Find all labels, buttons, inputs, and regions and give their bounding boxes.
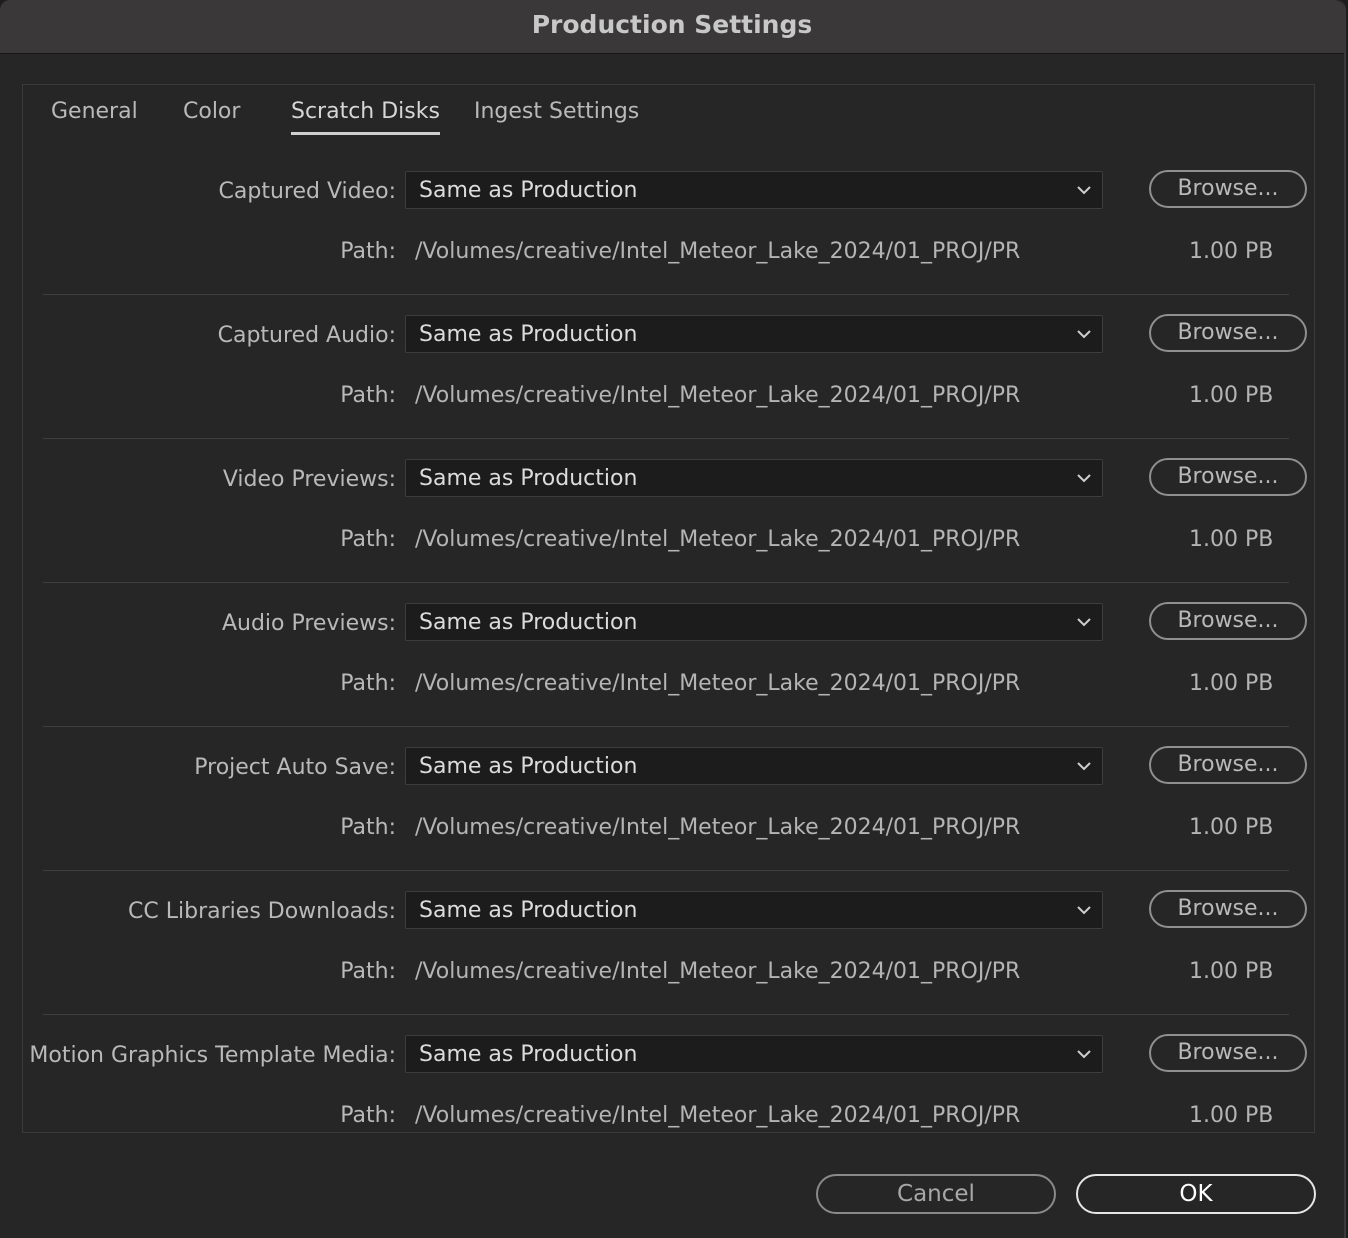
location-dropdown[interactable]: Same as Production [405,747,1103,785]
location-dropdown[interactable]: Same as Production [405,1035,1103,1073]
path-label: Path: [340,383,396,408]
dropdown-value: Same as Production [419,322,638,347]
path-value: /Volumes/creative/Intel_Meteor_Lake_2024… [415,671,1021,696]
free-space: 1.00 PB [1189,671,1274,696]
browse-button[interactable]: Browse... [1149,458,1307,496]
row-label: Captured Audio: [217,323,396,348]
chevron-down-icon [1077,618,1091,627]
path-value: /Volumes/creative/Intel_Meteor_Lake_2024… [415,527,1021,552]
scratch-row-project-auto-save: Project Auto Save: Same as Production Br… [43,727,1307,871]
free-space: 1.00 PB [1189,527,1274,552]
browse-button[interactable]: Browse... [1149,1034,1307,1072]
path-label: Path: [340,1103,396,1128]
path-value: /Volumes/creative/Intel_Meteor_Lake_2024… [415,1103,1021,1128]
tab-scratch-disks[interactable]: Scratch Disks [291,99,440,135]
chevron-down-icon [1077,330,1091,339]
path-label: Path: [340,959,396,984]
cancel-button[interactable]: Cancel [816,1174,1056,1214]
settings-panel: General Color Scratch Disks Ingest Setti… [22,84,1315,1133]
path-label: Path: [340,815,396,840]
browse-button[interactable]: Browse... [1149,890,1307,928]
location-dropdown[interactable]: Same as Production [405,459,1103,497]
dropdown-value: Same as Production [419,1042,638,1067]
row-label: Audio Previews: [221,611,396,636]
browse-button[interactable]: Browse... [1149,602,1307,640]
row-label: Project Auto Save: [194,755,396,780]
location-dropdown[interactable]: Same as Production [405,891,1103,929]
tab-ingest-settings[interactable]: Ingest Settings [474,99,639,133]
dropdown-value: Same as Production [419,610,638,635]
scratch-row-audio-previews: Audio Previews: Same as Production Brows… [43,583,1307,727]
row-label: Video Previews: [222,467,396,492]
path-value: /Volumes/creative/Intel_Meteor_Lake_2024… [415,239,1021,264]
path-label: Path: [340,671,396,696]
chevron-down-icon [1077,186,1091,195]
production-settings-dialog: Production Settings General Color Scratc… [0,0,1346,1238]
chevron-down-icon [1077,762,1091,771]
location-dropdown[interactable]: Same as Production [405,603,1103,641]
location-dropdown[interactable]: Same as Production [405,315,1103,353]
dialog-title: Production Settings [531,10,813,39]
free-space: 1.00 PB [1189,239,1274,264]
scratch-row-motion-graphics-template-media: Motion Graphics Template Media: Same as … [29,1015,1307,1159]
ok-button[interactable]: OK [1076,1174,1316,1214]
browse-button[interactable]: Browse... [1149,314,1307,352]
path-value: /Volumes/creative/Intel_Meteor_Lake_2024… [415,815,1021,840]
scratch-row-captured-video: Captured Video: Same as Production Brows… [43,151,1307,295]
browse-button[interactable]: Browse... [1149,170,1307,208]
free-space: 1.00 PB [1189,959,1274,984]
browse-button[interactable]: Browse... [1149,746,1307,784]
title-bar[interactable]: Production Settings [0,0,1344,54]
dropdown-value: Same as Production [419,898,638,923]
path-label: Path: [340,527,396,552]
free-space: 1.00 PB [1189,1103,1274,1128]
dropdown-value: Same as Production [419,466,638,491]
location-dropdown[interactable]: Same as Production [405,171,1103,209]
path-value: /Volumes/creative/Intel_Meteor_Lake_2024… [415,383,1021,408]
scratch-row-video-previews: Video Previews: Same as Production Brows… [43,439,1307,583]
scratch-row-captured-audio: Captured Audio: Same as Production Brows… [43,295,1307,439]
chevron-down-icon [1077,474,1091,483]
tab-bar: General Color Scratch Disks Ingest Setti… [23,85,1314,145]
row-label: Motion Graphics Template Media: [29,1043,396,1068]
row-label: Captured Video: [218,179,396,204]
dropdown-value: Same as Production [419,754,638,779]
path-value: /Volumes/creative/Intel_Meteor_Lake_2024… [415,959,1021,984]
free-space: 1.00 PB [1189,383,1274,408]
row-label: CC Libraries Downloads: [128,899,396,924]
scratch-row-cc-libraries-downloads: CC Libraries Downloads: Same as Producti… [43,871,1307,1015]
path-label: Path: [340,239,396,264]
dropdown-value: Same as Production [419,178,638,203]
chevron-down-icon [1077,906,1091,915]
tab-color[interactable]: Color [183,99,240,133]
tab-general[interactable]: General [51,99,138,133]
free-space: 1.00 PB [1189,815,1274,840]
chevron-down-icon [1077,1050,1091,1059]
